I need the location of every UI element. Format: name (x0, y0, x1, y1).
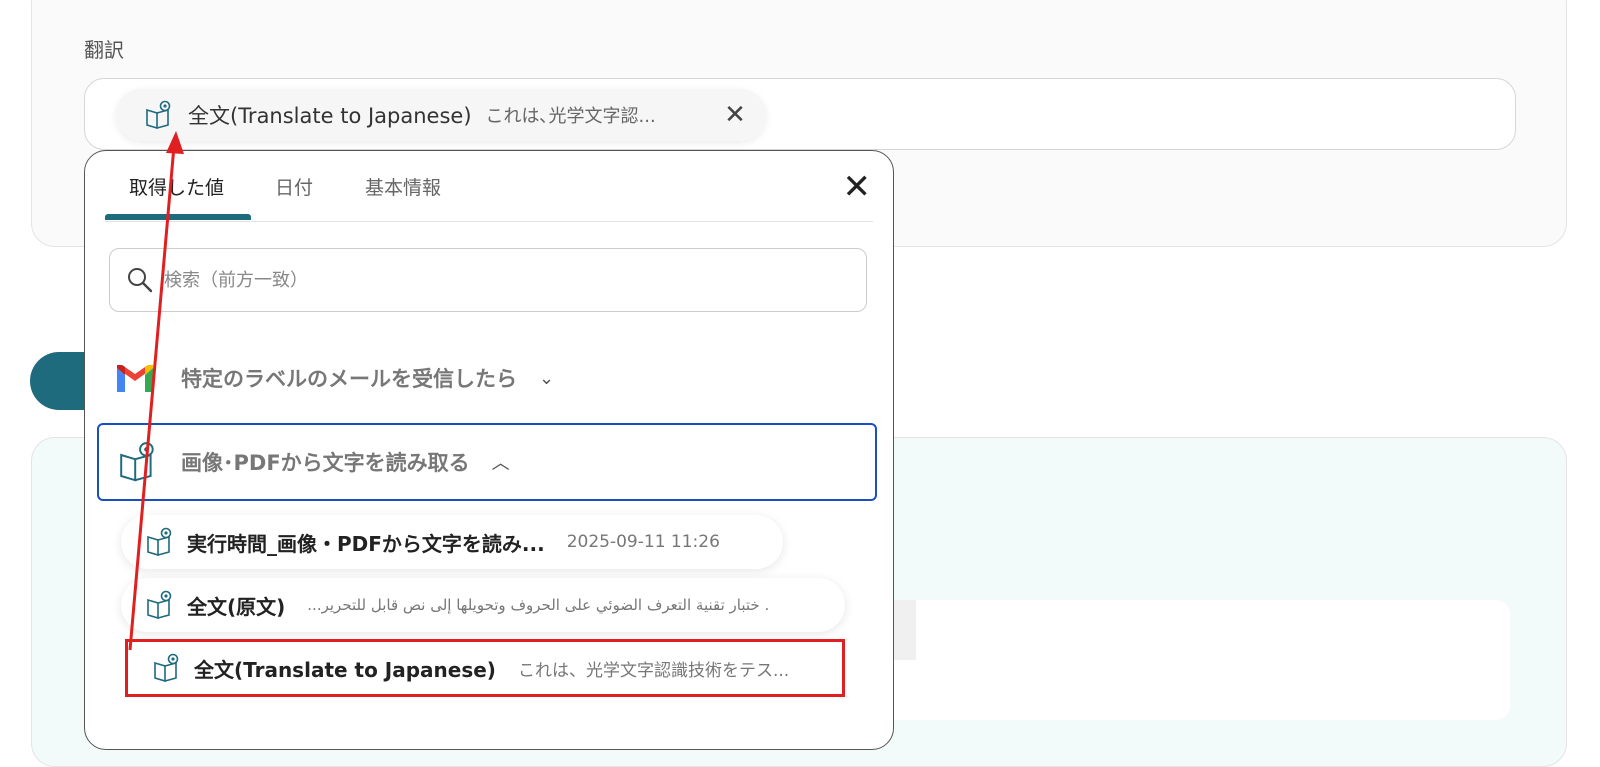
close-icon[interactable]: ✕ (843, 167, 872, 207)
search-box[interactable] (109, 248, 867, 312)
chevron-up-icon: ︿ (491, 453, 510, 474)
next-step-content (840, 600, 1510, 720)
group-ocr-step[interactable]: 画像･PDFから文字を読み取る ︿ (97, 423, 877, 501)
chip-preview: これは､光学文字認... (485, 106, 656, 127)
group-label: 画像･PDFから文字を読み取る (181, 451, 470, 475)
book-eye-icon (147, 527, 172, 557)
item-value: これは、光学文字認識技術をテス... (517, 660, 790, 681)
book-eye-icon (146, 100, 171, 130)
chevron-down-icon: ⌄ (539, 367, 555, 389)
search-icon (128, 268, 153, 293)
list-item-original-text[interactable]: 全文(原文) ...ختبار تقنية التعرف الضوئي على … (121, 578, 845, 632)
tab-bar: 取得した値 日付 基本情報 (105, 151, 873, 222)
item-value: ...ختبار تقنية التعرف الضوئي على الحروف … (307, 596, 770, 614)
chip-close-icon[interactable]: ✕ (720, 100, 750, 130)
book-eye-icon (147, 590, 172, 620)
translate-section-label: 翻訳 (84, 38, 124, 62)
list-item-execution-time[interactable]: 実行時間_画像・PDFから文字を読み... 2025-09-11 11:26 (121, 515, 783, 569)
list-item-translated-text[interactable]: 全文(Translate to Japanese) これは、光学文字認識技術をテ… (125, 639, 845, 697)
item-value: 2025-09-11 11:26 (566, 532, 720, 552)
chip-label: 全文(Translate to Japanese) (188, 104, 472, 128)
active-tab-indicator (105, 214, 251, 220)
group-gmail-trigger[interactable]: 特定のラベルのメールを受信したら ⌄ (97, 339, 877, 417)
gmail-icon (117, 365, 153, 392)
selected-value-chip[interactable]: 全文(Translate to Japanese) これは､光学文字認... ✕ (116, 89, 766, 141)
search-input[interactable] (162, 268, 850, 292)
item-label: 全文(原文) (187, 594, 286, 619)
tab-fetched-values[interactable]: 取得した値 (129, 173, 224, 200)
tab-basic-info[interactable]: 基本情報 (365, 173, 441, 200)
value-picker-popup: 取得した値 日付 基本情報 ✕ 特定のラベルのメールを受信したら ⌄ 画 (84, 150, 894, 750)
group-label: 特定のラベルのメールを受信したら (181, 367, 517, 391)
item-label: 実行時間_画像・PDFから文字を読み... (187, 531, 545, 556)
item-label: 全文(Translate to Japanese) (194, 657, 496, 682)
book-eye-icon (120, 442, 154, 482)
tab-date[interactable]: 日付 (275, 173, 313, 200)
book-eye-icon (154, 653, 179, 683)
